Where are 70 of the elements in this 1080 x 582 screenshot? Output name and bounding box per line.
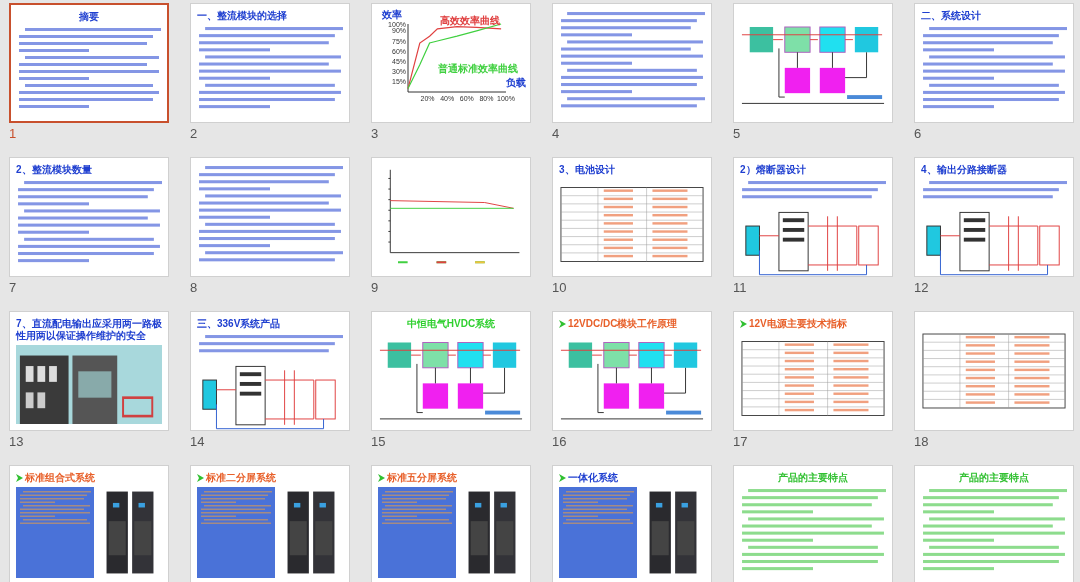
slide-title: 产品的主要特点 xyxy=(778,472,848,484)
slide-title: 4、输出分路接断器 xyxy=(921,164,1007,176)
slide-number: 11 xyxy=(733,279,748,297)
slide-thumbnail[interactable] xyxy=(914,311,1074,431)
slide-thumbnail[interactable]: 标准二分屏系统 xyxy=(190,465,350,582)
slide-thumbnail[interactable]: 一、整流模块的选择 xyxy=(190,3,350,123)
slide-title: 3、电池设计 xyxy=(559,164,615,176)
slide-thumbnail[interactable] xyxy=(190,157,350,277)
slide-thumbnail[interactable]: 一体化系统 xyxy=(552,465,712,582)
slide-thumbnail[interactable] xyxy=(733,3,893,123)
slide-number: 12 xyxy=(914,279,930,297)
slide-thumbnail[interactable]: 12V电源主要技术指标 xyxy=(733,311,893,431)
axis-label: 效率 xyxy=(382,10,402,20)
slide-title: 7、直流配电输出应采用两一路极性用两以保证操作维护的安全 xyxy=(16,318,162,342)
slide-thumbnail[interactable]: 3、电池设计 xyxy=(552,157,712,277)
blurred-text-drawing xyxy=(562,490,634,525)
slide-thumbnail[interactable] xyxy=(552,3,712,123)
slide-title: 标准组合式系统 xyxy=(25,472,95,484)
slide-number: 8 xyxy=(190,279,199,297)
slide-number: 2 xyxy=(190,125,199,143)
blurred-text-drawing xyxy=(381,490,453,525)
legend-label: 高效效率曲线 xyxy=(440,16,500,26)
slide-title: 三、336V系统产品 xyxy=(197,318,281,330)
slide-number: 17 xyxy=(733,433,749,451)
slide-thumbnail[interactable]: 7、直流配电输出应采用两一路极性用两以保证操作维护的安全 xyxy=(9,311,169,431)
slide-number: 1 xyxy=(9,125,18,143)
slide-title: 12V电源主要技术指标 xyxy=(749,318,847,330)
slide-title: 12VDC/DC模块工作原理 xyxy=(568,318,678,330)
slide-title: 一、整流模块的选择 xyxy=(197,10,287,22)
slide-thumbnail[interactable] xyxy=(371,157,531,277)
slide-number: 7 xyxy=(9,279,18,297)
slide-title: 标准二分屏系统 xyxy=(206,472,276,484)
slide-title: 标准五分屏系统 xyxy=(387,472,457,484)
slide-number: 3 xyxy=(371,125,380,143)
slide-number: 4 xyxy=(552,125,561,143)
blurred-text-drawing xyxy=(19,490,91,525)
slide-thumbnail[interactable]: 4、输出分路接断器 xyxy=(914,157,1074,277)
slide-title: 2）熔断器设计 xyxy=(740,164,806,176)
slide-title: 二、系统设计 xyxy=(921,10,981,22)
slide-thumbnail[interactable]: 标准五分屏系统 xyxy=(371,465,531,582)
slide-title: 一体化系统 xyxy=(568,472,618,484)
legend-label: 普通标准效率曲线 xyxy=(438,64,518,74)
slide-number: 6 xyxy=(914,125,923,143)
slide-number: 9 xyxy=(371,279,380,297)
arrow-bullet-icon xyxy=(740,320,747,328)
slide-thumbnail[interactable]: 摘要 xyxy=(9,3,169,123)
axis-label: 负载 xyxy=(506,78,526,88)
slide-number: 14 xyxy=(190,433,206,451)
blurred-text-drawing xyxy=(200,490,272,525)
slide-number: 13 xyxy=(9,433,25,451)
slide-number: 15 xyxy=(371,433,387,451)
arrow-bullet-icon xyxy=(559,320,566,328)
slide-title: 中恒电气HVDC系统 xyxy=(406,318,496,330)
slide-number: 16 xyxy=(552,433,568,451)
slide-thumbnail[interactable]: 二、系统设计 xyxy=(914,3,1074,123)
slide-title: 产品的主要特点 xyxy=(959,472,1029,484)
slide-number: 18 xyxy=(914,433,930,451)
slide-thumbnail[interactable]: 三、336V系统产品 xyxy=(190,311,350,431)
arrow-bullet-icon xyxy=(197,474,204,482)
slide-title: 2、整流模块数量 xyxy=(16,164,92,176)
slide-title: 摘要 xyxy=(79,11,99,23)
arrow-bullet-icon xyxy=(559,474,566,482)
slide-thumbnail[interactable]: 标准组合式系统 xyxy=(9,465,169,582)
slide-number: 10 xyxy=(552,279,568,297)
arrow-bullet-icon xyxy=(378,474,385,482)
slide-thumbnail[interactable]: 2、整流模块数量 xyxy=(9,157,169,277)
arrow-bullet-icon xyxy=(16,474,23,482)
slide-thumbnail[interactable]: 2）熔断器设计 xyxy=(733,157,893,277)
slide-thumbnail[interactable]: 12VDC/DC模块工作原理 xyxy=(552,311,712,431)
slide-number: 5 xyxy=(733,125,742,143)
